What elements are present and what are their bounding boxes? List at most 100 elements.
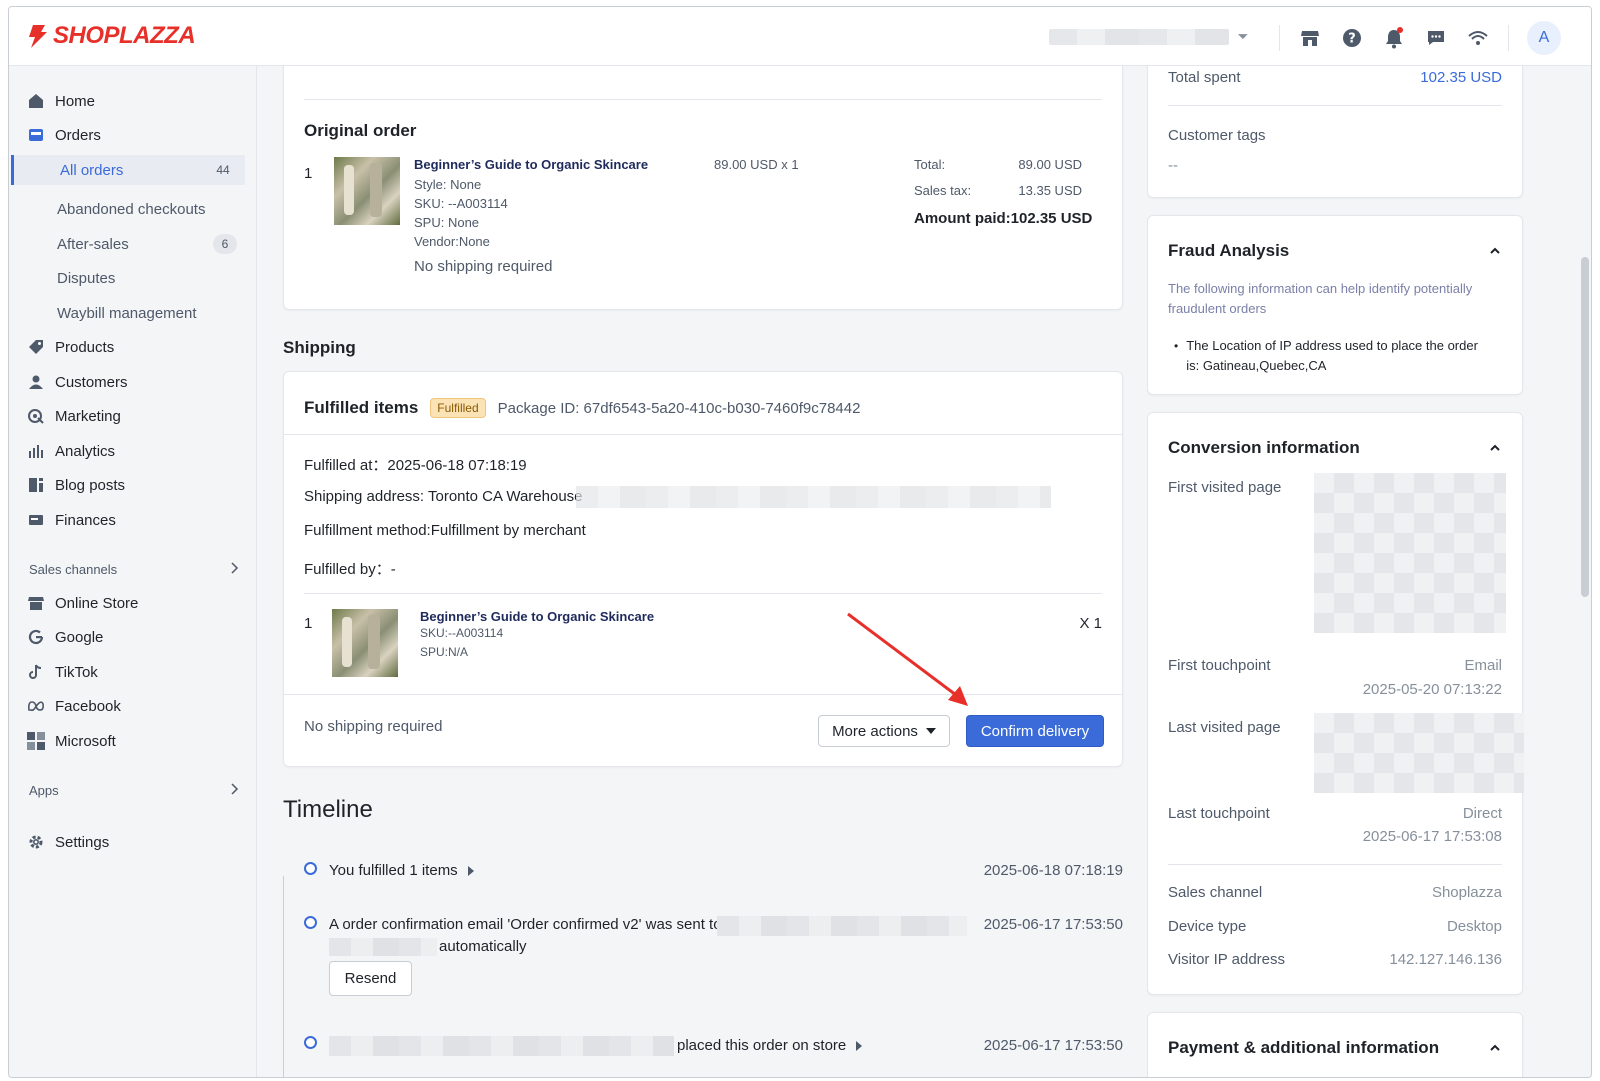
footer-shipping-note: No shipping required [304, 718, 443, 735]
nav-label: Microsoft [55, 732, 116, 750]
divider [284, 434, 1122, 435]
divider [304, 99, 1102, 100]
customer-tags-value: -- [1168, 157, 1178, 174]
chat-icon[interactable] [1424, 24, 1448, 52]
nav-online-store[interactable]: Online Store [27, 588, 138, 618]
apps-section[interactable]: Apps [29, 783, 239, 798]
section-title: Original order [304, 121, 417, 140]
nav-abandoned-checkouts[interactable]: Abandoned checkouts [57, 194, 237, 224]
timeline-event[interactable]: placed this order on store [677, 1037, 863, 1054]
nav-customers[interactable]: Customers [27, 367, 128, 397]
bell-icon[interactable] [1382, 24, 1406, 52]
item-quantity: X 1 [1079, 615, 1102, 632]
timeline-dot [304, 916, 317, 929]
nav-all-orders[interactable]: All orders 44 [11, 155, 245, 185]
sidebar: Home Orders All orders 44 Abandoned chec… [9, 66, 257, 1077]
nav-blog-posts[interactable]: Blog posts [27, 470, 125, 500]
help-icon[interactable]: ? [1340, 24, 1364, 52]
after-sales-count-badge: 6 [213, 234, 237, 254]
more-actions-button[interactable]: More actions [818, 715, 950, 747]
nav-orders[interactable]: Orders [27, 120, 101, 150]
logo-text: SHOPLAZZA [53, 22, 196, 49]
nav-home[interactable]: Home [27, 86, 95, 116]
card-title: Fraud Analysis [1168, 241, 1290, 260]
nav-waybill-management[interactable]: Waybill management [57, 298, 237, 328]
nav-after-sales[interactable]: After-sales 6 [57, 229, 237, 259]
product-thumbnail[interactable] [334, 157, 400, 225]
fulfilled-items-card: Fulfilled items Fulfilled Package ID: 67… [283, 371, 1123, 767]
meta-icon [27, 697, 45, 715]
product-name-link[interactable]: Beginner’s Guide to Organic Skincare [414, 157, 648, 172]
store-icon[interactable] [1298, 24, 1322, 52]
nav-microsoft[interactable]: Microsoft [27, 726, 116, 756]
bar-chart-icon [27, 442, 45, 460]
product-thumbnail[interactable] [332, 609, 398, 677]
nav-facebook[interactable]: Facebook [27, 691, 121, 721]
button-label: Confirm delivery [980, 722, 1090, 740]
original-order-card: Original order 1 Beginner’s Guide to Org… [283, 66, 1123, 310]
nav-tiktok[interactable]: TikTok [27, 657, 98, 687]
nav-label: Abandoned checkouts [57, 200, 206, 218]
nav-label: Home [55, 92, 96, 110]
customer-tags-label: Customer tags [1168, 127, 1266, 144]
first-touchpoint-time: 2025-05-20 07:13:22 [1362, 681, 1502, 698]
device-type-label: Device type [1168, 918, 1247, 935]
chevron-up-icon[interactable] [1488, 244, 1502, 258]
divider [284, 694, 1122, 695]
payment-card: Payment & additional information [1147, 1012, 1523, 1077]
nav-label: Waybill management [57, 304, 197, 322]
confirm-delivery-button[interactable]: Confirm delivery [966, 715, 1104, 747]
home-icon [27, 92, 45, 110]
nav-settings[interactable]: Settings [27, 827, 109, 857]
store-selector[interactable] [1049, 27, 1249, 47]
person-icon [27, 373, 45, 391]
fraud-bullet: • The Location of IP address used to pla… [1174, 336, 1492, 376]
nav-finances[interactable]: Finances [27, 505, 116, 535]
redacted-customer-name [329, 1036, 674, 1056]
nav-disputes[interactable]: Disputes [57, 263, 237, 293]
product-name-link[interactable]: Beginner’s Guide to Organic Skincare [420, 609, 654, 624]
sales-channels-section[interactable]: Sales channels [29, 562, 239, 577]
last-touchpoint-time: 2025-06-17 17:53:08 [1362, 828, 1502, 845]
chevron-up-icon[interactable] [1488, 441, 1502, 455]
nav-products[interactable]: Products [27, 332, 114, 362]
nav-label: Online Store [55, 594, 139, 612]
visitor-ip-value: 142.127.146.136 [1389, 951, 1502, 968]
page-scrollbar[interactable] [1581, 257, 1589, 597]
event-time: 2025-06-18 07:18:19 [983, 862, 1123, 879]
top-icons: ? A [1279, 21, 1561, 55]
card-title: Fulfilled items [304, 398, 419, 417]
nav-analytics[interactable]: Analytics [27, 436, 115, 466]
blog-icon [27, 476, 45, 494]
nav-label: Marketing [55, 407, 121, 425]
shipping-note: No shipping required [414, 258, 553, 275]
first-visited-label: First visited page [1168, 479, 1282, 496]
bullet-dot: • [1174, 339, 1179, 353]
nav-label: Customers [55, 373, 128, 391]
nav-google[interactable]: Google [27, 622, 103, 652]
store-icon [27, 594, 45, 612]
total-label: Total: [914, 157, 946, 172]
top-bar: SHOPLAZZA ? A [9, 7, 1591, 66]
tiktok-icon [27, 663, 45, 681]
nav-label: Google [55, 628, 104, 646]
nav-marketing[interactable]: Marketing [27, 401, 121, 431]
avatar[interactable]: A [1527, 21, 1561, 55]
all-orders-count-badge: 44 [211, 160, 235, 180]
divider [1279, 25, 1280, 51]
divider [1168, 864, 1502, 865]
fraud-bullet-text: The Location of IP address used to place… [1186, 338, 1478, 373]
shoplazza-logo[interactable]: SHOPLAZZA [27, 22, 196, 50]
card-title: Conversion information [1168, 438, 1360, 457]
last-touchpoint-label: Last touchpoint [1168, 805, 1270, 822]
chevron-up-icon[interactable] [1488, 1041, 1502, 1055]
visitor-ip-label: Visitor IP address [1168, 951, 1286, 968]
line-index: 1 [304, 615, 313, 632]
timeline-event[interactable]: You fulfilled 1 items [329, 862, 474, 879]
resend-button[interactable]: Resend [329, 961, 412, 996]
conversion-information-card: Conversion information First visited pag… [1147, 412, 1524, 995]
event-text-suffix: automatically [439, 938, 527, 955]
tax-value: 13.35 USD [1018, 183, 1082, 198]
package-id: Package ID: 67df6543-5a20-410c-b030-7460… [497, 399, 861, 417]
wifi-icon[interactable] [1466, 24, 1490, 52]
